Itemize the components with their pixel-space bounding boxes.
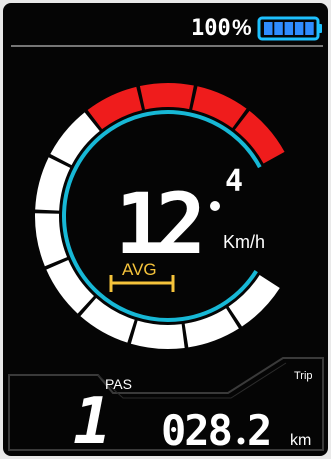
battery-bar xyxy=(294,22,304,35)
battery-bar xyxy=(264,22,273,35)
gauge-segment xyxy=(80,298,135,343)
trip-distance-int: 028 xyxy=(161,406,231,455)
gauge-segment xyxy=(228,275,280,327)
trip-label: Trip xyxy=(294,370,313,382)
battery-icon xyxy=(257,16,322,41)
speed-decimal-value: 4 xyxy=(225,164,243,199)
battery-bars xyxy=(264,22,314,35)
lcd-screen: 100 % 12 4 Km/h AVG PAS 1 Trip 028 2 km xyxy=(3,3,328,456)
speed-main-value: 12 xyxy=(115,175,200,273)
gauge-segment xyxy=(130,320,185,349)
gauge-segment xyxy=(139,83,194,110)
battery-bar xyxy=(274,22,283,35)
gauge-segment xyxy=(87,86,142,130)
gauge-segment xyxy=(192,86,247,129)
gauge-segment xyxy=(234,110,285,164)
battery-bar xyxy=(284,22,294,35)
gauge-segment xyxy=(50,112,100,166)
trip-decimal-point xyxy=(237,437,245,445)
avg-label: AVG xyxy=(122,260,157,279)
battery-percent-sign: % xyxy=(232,15,252,40)
gauge-segment xyxy=(46,259,94,314)
ebike-display-device: 100 % 12 4 Km/h AVG PAS 1 Trip 028 2 km xyxy=(0,0,331,459)
pas-level-value: 1 xyxy=(73,385,112,456)
display-svg: 100 % 12 4 Km/h AVG PAS 1 Trip 028 2 km xyxy=(8,15,324,456)
trip-unit: km xyxy=(290,432,311,449)
battery-percent-text: 100 xyxy=(191,16,231,41)
gauge-segment xyxy=(184,308,239,348)
trip-distance-dec: 2 xyxy=(247,406,272,455)
battery-bar xyxy=(305,22,314,35)
speed-decimal-point xyxy=(210,201,220,211)
speed-unit: Km/h xyxy=(223,232,265,252)
